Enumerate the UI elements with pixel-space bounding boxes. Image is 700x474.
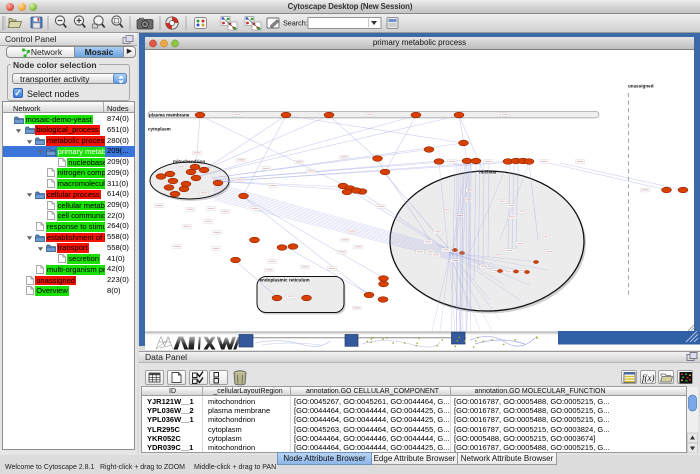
- svg-text:f(x): f(x): [642, 373, 655, 383]
- svg-text:unassigned: unassigned: [628, 84, 654, 89]
- svg-text:nucleus: nucleus: [479, 170, 497, 175]
- svg-text:endoplasmic reticulum: endoplasmic reticulum: [260, 278, 310, 283]
- svg-text:cytoplasm: cytoplasm: [148, 127, 171, 132]
- svg-text:plasma membrane: plasma membrane: [149, 113, 190, 118]
- svg-text:Search:: Search:: [283, 19, 308, 28]
- svg-text:mitochondrion: mitochondrion: [173, 159, 205, 164]
